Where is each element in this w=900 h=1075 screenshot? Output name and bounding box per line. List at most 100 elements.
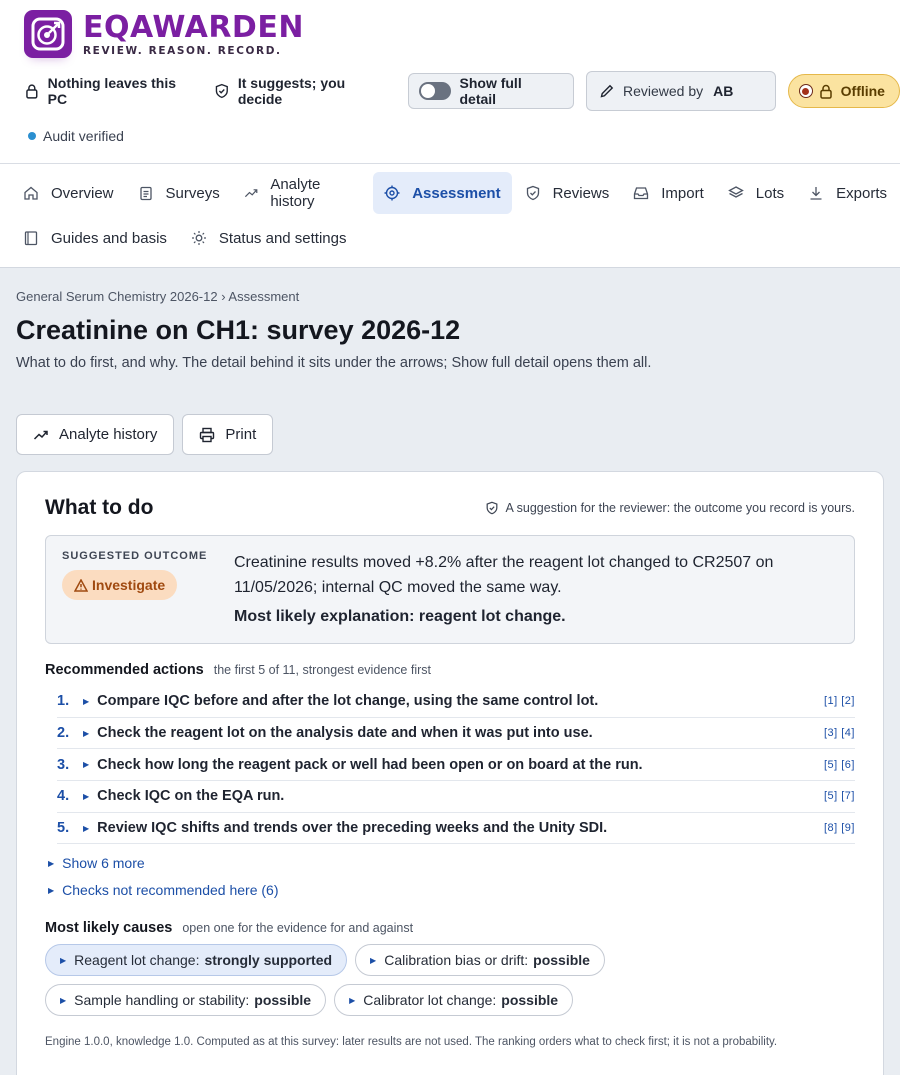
nav-analyte-history[interactable]: Analyte history bbox=[233, 172, 371, 214]
action-text: Check the reagent lot on the analysis da… bbox=[97, 725, 593, 742]
brand-tagline: REVIEW. REASON. RECORD. bbox=[83, 44, 282, 57]
nav-label: Reviews bbox=[552, 184, 610, 202]
action-refs[interactable]: [5] [6] bbox=[824, 759, 855, 771]
cause-chip-reagent-lot[interactable]: ▶ Reagent lot change: strongly supported bbox=[45, 944, 348, 977]
action-number: 1. bbox=[57, 693, 70, 710]
card-note: A suggestion for the reviewer: the outco… bbox=[485, 501, 855, 515]
action-text: Check how long the reagent pack or well … bbox=[97, 756, 643, 773]
button-label: Print bbox=[225, 426, 257, 443]
logo-mark-icon bbox=[24, 10, 72, 58]
toggle-label: Show full detail bbox=[459, 75, 522, 107]
trend-icon bbox=[33, 430, 48, 440]
cause-label: Reagent lot change: bbox=[74, 952, 200, 969]
privacy-indicator: Nothing leaves this PC bbox=[24, 75, 196, 107]
cause-strength: possible bbox=[533, 952, 590, 969]
shield-check-icon bbox=[486, 501, 497, 515]
print-button[interactable]: Print bbox=[182, 414, 274, 455]
cause-strength: strongly supported bbox=[204, 952, 333, 969]
expand-triangle-icon[interactable]: ▶ bbox=[83, 792, 89, 801]
toggle-switch[interactable] bbox=[419, 82, 451, 100]
nav-import[interactable]: Import bbox=[622, 172, 715, 214]
breadcrumb: General Serum Chemistry 2026-12 › Assess… bbox=[16, 289, 300, 304]
printer-icon bbox=[200, 427, 215, 442]
action-item[interactable]: 1. ▶ Compare IQC before and after the lo… bbox=[57, 686, 855, 718]
brand-name: EQAWARDEN bbox=[83, 9, 304, 45]
nav-label: Assessment bbox=[412, 184, 501, 202]
actions-header: Recommended actions the first 5 of 11, s… bbox=[45, 662, 855, 678]
not-recommended-label: Checks not recommended here (6) bbox=[62, 882, 279, 899]
trend-icon bbox=[244, 189, 258, 198]
audit-dot-icon bbox=[28, 132, 36, 140]
page-title: Creatinine on CH1: survey 2026-12 bbox=[16, 315, 461, 345]
not-recommended-link[interactable]: ▶ Checks not recommended here (6) bbox=[45, 882, 855, 898]
main-nav: Overview Surveys Analyte history Assessm… bbox=[0, 164, 900, 268]
expand-triangle-icon: ▶ bbox=[48, 858, 55, 868]
inbox-icon bbox=[634, 187, 649, 200]
nav-label: Guides and basis bbox=[51, 229, 167, 247]
outcome-explanation: Most likely explanation: reagent lot cha… bbox=[234, 608, 566, 625]
nav-exports[interactable]: Exports bbox=[797, 172, 898, 214]
suggest-indicator: It suggests; you decide bbox=[214, 75, 390, 107]
action-refs[interactable]: [5] [7] bbox=[824, 790, 855, 802]
nav-overview[interactable]: Overview bbox=[12, 172, 125, 214]
button-label: Analyte history bbox=[59, 426, 158, 443]
action-refs[interactable]: [3] [4] bbox=[824, 727, 855, 739]
action-item[interactable]: 3. ▶ Check how long the reagent pack or … bbox=[57, 749, 855, 782]
card-note-text: A suggestion for the reviewer: the outco… bbox=[505, 501, 855, 515]
outcome-text: Creatinine results moved +8.2% after the… bbox=[234, 554, 774, 596]
expand-triangle-icon: ▶ bbox=[48, 885, 55, 895]
cause-chip-sample-handling[interactable]: ▶ Sample handling or stability: possible bbox=[45, 984, 327, 1017]
action-number: 4. bbox=[57, 788, 70, 805]
recommended-actions-list: 1. ▶ Compare IQC before and after the lo… bbox=[57, 686, 855, 845]
what-to-do-card: What to do A suggestion for the reviewer… bbox=[16, 471, 884, 1075]
shield-check-icon bbox=[215, 83, 229, 99]
shield-check-icon bbox=[526, 185, 539, 201]
nav-label: Status and settings bbox=[218, 229, 347, 247]
expand-triangle-icon: ▶ bbox=[60, 995, 67, 1005]
action-item[interactable]: 5. ▶ Review IQC shifts and trends over t… bbox=[57, 813, 855, 845]
nav-reviews[interactable]: Reviews bbox=[514, 172, 621, 214]
expand-triangle-icon: ▶ bbox=[370, 955, 377, 965]
pencil-icon bbox=[600, 84, 614, 98]
causes-title: Most likely causes bbox=[45, 920, 173, 937]
action-text: Review IQC shifts and trends over the pr… bbox=[97, 820, 608, 837]
nav-assessment[interactable]: Assessment bbox=[373, 172, 512, 214]
engine-footnote: Engine 1.0.0, knowledge 1.0. Computed as… bbox=[45, 1036, 778, 1049]
offline-badge[interactable]: Offline bbox=[787, 74, 900, 108]
action-item[interactable]: 2. ▶ Check the reagent lot on the analys… bbox=[57, 718, 855, 750]
action-number: 2. bbox=[57, 725, 70, 742]
suggested-outcome-panel: SUGGESTED OUTCOME Investigate Creatinine… bbox=[45, 535, 855, 644]
status-dot-icon bbox=[798, 84, 813, 98]
expand-triangle-icon[interactable]: ▶ bbox=[83, 760, 89, 769]
cause-chip-calibrator-lot[interactable]: ▶ Calibrator lot change: possible bbox=[334, 984, 574, 1017]
nav-status-settings[interactable]: Status and settings bbox=[180, 217, 358, 259]
download-icon bbox=[810, 187, 822, 200]
action-refs[interactable]: [1] [2] bbox=[824, 695, 855, 707]
analyte-history-button[interactable]: Analyte history bbox=[16, 414, 175, 455]
book-icon bbox=[24, 231, 38, 246]
action-number: 3. bbox=[57, 756, 70, 773]
show-more-label: Show 6 more bbox=[62, 855, 145, 872]
nav-lots[interactable]: Lots bbox=[717, 172, 795, 214]
nav-guides[interactable]: Guides and basis bbox=[12, 217, 178, 259]
cause-chip-calibration[interactable]: ▶ Calibration bias or drift: possible bbox=[355, 944, 605, 977]
actions-hint: the first 5 of 11, strongest evidence fi… bbox=[213, 663, 431, 677]
expand-triangle-icon: ▶ bbox=[349, 995, 356, 1005]
action-refs[interactable]: [8] [9] bbox=[824, 822, 855, 834]
nav-label: Lots bbox=[755, 184, 785, 202]
action-item[interactable]: 4. ▶ Check IQC on the EQA run. [5] [7] bbox=[57, 781, 855, 813]
show-more-link[interactable]: ▶ Show 6 more bbox=[45, 855, 855, 871]
expand-triangle-icon: ▶ bbox=[60, 955, 67, 965]
nav-label: Surveys bbox=[165, 184, 220, 202]
suggest-label: It suggests; you decide bbox=[237, 75, 346, 107]
reviewer-field[interactable]: Reviewed by AB bbox=[585, 71, 776, 111]
expand-triangle-icon[interactable]: ▶ bbox=[83, 824, 89, 833]
nav-surveys[interactable]: Surveys bbox=[127, 172, 231, 214]
lock-icon bbox=[819, 84, 832, 99]
expand-triangle-icon[interactable]: ▶ bbox=[83, 697, 89, 706]
cause-label: Calibrator lot change: bbox=[363, 992, 497, 1009]
expand-triangle-icon[interactable]: ▶ bbox=[83, 729, 89, 738]
reviewer-value[interactable]: AB bbox=[713, 83, 733, 99]
nav-label: Analyte history bbox=[270, 176, 321, 210]
show-full-detail-toggle[interactable]: Show full detail bbox=[408, 73, 574, 109]
